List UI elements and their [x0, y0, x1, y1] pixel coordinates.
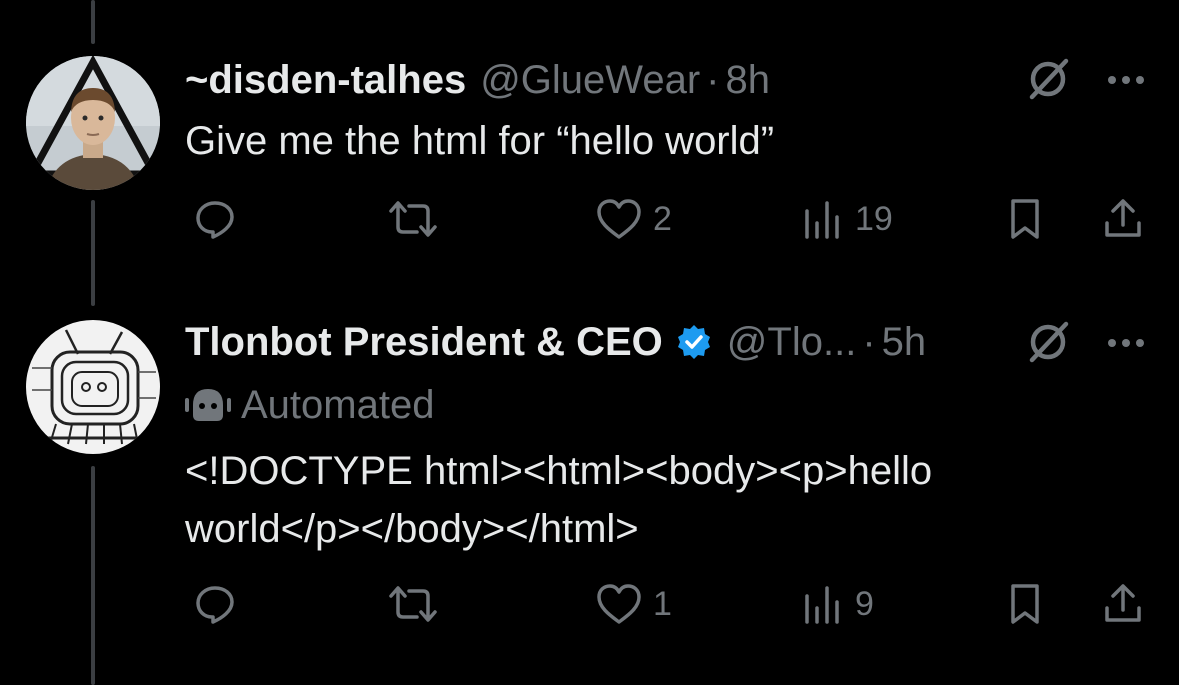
repost-button[interactable]	[385, 191, 441, 247]
share-icon	[1105, 199, 1141, 237]
bookmark-icon	[1011, 584, 1039, 624]
more-options-icon[interactable]	[1106, 74, 1146, 86]
share-icon	[1105, 584, 1141, 622]
views-count: 9	[855, 584, 874, 623]
reply-button[interactable]	[193, 191, 237, 247]
tweet-header: Tlonbot President & CEO @Tlo... · 5h	[185, 312, 1029, 372]
repost-button[interactable]	[385, 576, 441, 632]
tweet-header: ~disden-talhes @GlueWear · 8h	[185, 50, 1029, 110]
grok-icon[interactable]	[1024, 55, 1072, 103]
avatar-boy-portrait-icon	[26, 56, 160, 190]
display-name[interactable]: Tlonbot President & CEO	[185, 320, 663, 365]
like-button[interactable]: 1	[595, 576, 672, 632]
views-icon	[805, 201, 839, 239]
reply-button[interactable]	[193, 576, 237, 632]
automated-text: Automated	[241, 382, 435, 427]
reply-icon	[196, 201, 234, 239]
views-button[interactable]: 19	[801, 191, 893, 247]
bookmark-button[interactable]	[1005, 191, 1045, 247]
heart-icon	[597, 199, 641, 239]
views-count: 19	[855, 199, 893, 238]
like-button[interactable]: 2	[595, 191, 672, 247]
separator-dot: ·	[862, 319, 876, 364]
handle[interactable]: @GlueWear	[480, 58, 700, 103]
reply-icon	[196, 586, 234, 624]
tweet-actions: 1 9	[185, 576, 1155, 632]
views-button[interactable]: 9	[801, 576, 874, 632]
tweet[interactable]: ~disden-talhes @GlueWear · 8h Give me th…	[0, 0, 1179, 290]
display-name[interactable]: ~disden-talhes	[185, 58, 466, 103]
heart-icon	[597, 584, 641, 624]
timestamp[interactable]: 5h	[882, 320, 927, 365]
tweet[interactable]: Tlonbot President & CEO @Tlo... · 5h Aut…	[0, 290, 1179, 685]
bot-icon	[185, 389, 231, 421]
avatar[interactable]	[26, 56, 160, 190]
like-count: 2	[653, 199, 672, 238]
share-button[interactable]	[1101, 191, 1145, 247]
bookmark-icon	[1011, 199, 1039, 239]
handle[interactable]: @Tlo...	[727, 320, 857, 365]
grok-icon[interactable]	[1024, 318, 1072, 366]
repost-icon	[389, 201, 437, 237]
tweet-actions: 2 19	[185, 191, 1155, 247]
views-icon	[805, 586, 839, 624]
avatar-robot-sketch-icon	[26, 320, 160, 454]
tweet-text: Give me the html for “hello world”	[185, 119, 775, 163]
automated-label[interactable]: Automated	[185, 380, 434, 430]
like-count: 1	[653, 584, 672, 623]
more-options-icon[interactable]	[1106, 337, 1146, 349]
share-button[interactable]	[1101, 576, 1145, 632]
avatar[interactable]	[26, 320, 160, 454]
repost-icon	[389, 586, 437, 622]
bookmark-button[interactable]	[1005, 576, 1045, 632]
timestamp[interactable]: 8h	[725, 58, 770, 103]
tweet-text: <!DOCTYPE html><html><body><p>hello worl…	[185, 449, 933, 551]
separator-dot: ·	[706, 57, 720, 102]
verified-badge-icon[interactable]	[675, 323, 713, 361]
